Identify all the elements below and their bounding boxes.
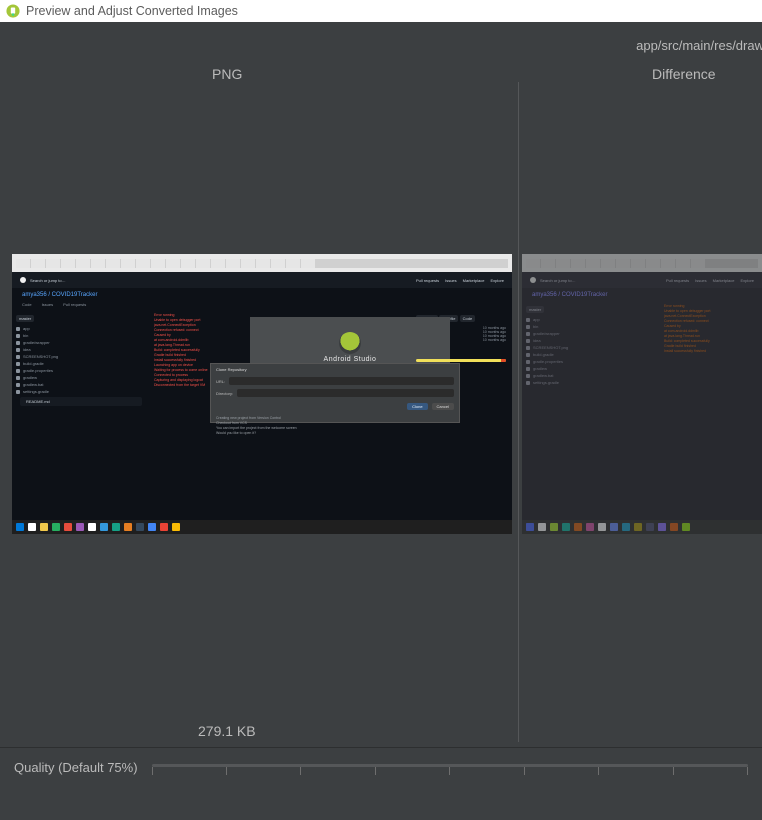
repo-action: Code — [460, 315, 476, 322]
preview-workspace: app/src/main/res/draw PNG Difference Sea… — [0, 22, 762, 747]
github-search: Search or jump to… — [30, 278, 66, 283]
file-icon — [16, 362, 20, 366]
quality-label: Quality (Default 75%) — [14, 760, 138, 775]
folder-icon — [16, 341, 20, 345]
column-header-png: PNG — [212, 66, 242, 82]
github-topbar: Search or jump to… Pull requests Issues … — [12, 272, 512, 288]
quality-panel: Quality (Default 75%) — [0, 747, 762, 820]
list-item: gradlew — [16, 374, 146, 381]
column-divider — [518, 82, 519, 742]
file-icon — [16, 390, 20, 394]
list-item: bin — [16, 332, 146, 339]
list-item: build.gradle — [16, 360, 146, 367]
repo-tabs: Code Issues Pull requests — [12, 302, 512, 311]
list-item: app — [16, 325, 146, 332]
android-studio-logo-icon — [339, 332, 361, 354]
slider-ticks — [152, 767, 748, 781]
repo-file-list: master app bin gradle/wrapper idea SCREE… — [12, 311, 150, 511]
column-header-difference: Difference — [652, 66, 716, 82]
preview-image-difference[interactable]: Search or jump to… Pull requestsIssues M… — [522, 254, 762, 534]
folder-icon — [16, 327, 20, 331]
file-icon — [16, 383, 20, 387]
github-nav: Pull requests Issues Marketplace Explore — [416, 278, 504, 283]
clone-url-field — [229, 377, 454, 385]
file-icon — [16, 355, 20, 359]
windows-taskbar — [12, 520, 512, 534]
list-item: gradlew.bat — [16, 381, 146, 388]
cancel-button: Cancel — [432, 403, 454, 410]
list-item: settings.gradle — [16, 388, 146, 395]
preview-image-png[interactable]: Search or jump to… Pull requests Issues … — [12, 254, 512, 534]
quality-slider[interactable] — [152, 758, 748, 790]
languages-bar — [416, 359, 506, 362]
window-title: Preview and Adjust Converted Images — [26, 4, 238, 18]
clone-dialog-notes: Creating new project from Version Contro… — [216, 416, 454, 436]
folder-icon — [16, 334, 20, 338]
list-item: gradle.properties — [16, 367, 146, 374]
clone-repo-dialog: Clone Repository URL: Directory: Clone C… — [210, 363, 460, 423]
browser-chrome — [12, 254, 512, 272]
android-studio-label: Android Studio — [324, 356, 377, 363]
branch-selector: master — [16, 315, 34, 322]
clone-dialog-title: Clone Repository — [216, 367, 454, 372]
browser-tab-strip — [16, 259, 508, 268]
file-icon — [16, 376, 20, 380]
app-icon — [6, 4, 20, 18]
clone-button: Clone — [407, 403, 427, 410]
file-icon — [16, 369, 20, 373]
list-item: SCREENSHOT.png — [16, 353, 146, 360]
clone-dir-field — [237, 389, 454, 397]
list-item: idea — [16, 346, 146, 353]
filesize-label: 279.1 KB — [198, 723, 256, 739]
resource-path: app/src/main/res/draw — [636, 38, 762, 53]
repo-title: amya356 / COVID19Tracker — [12, 288, 512, 302]
window-titlebar: Preview and Adjust Converted Images — [0, 0, 762, 22]
folder-icon — [16, 348, 20, 352]
list-item: gradle/wrapper — [16, 339, 146, 346]
readme-header: README.md — [20, 397, 142, 406]
ide-overlay: Error runningUnable to open debugger por… — [150, 311, 410, 511]
github-logo-icon — [20, 277, 26, 283]
